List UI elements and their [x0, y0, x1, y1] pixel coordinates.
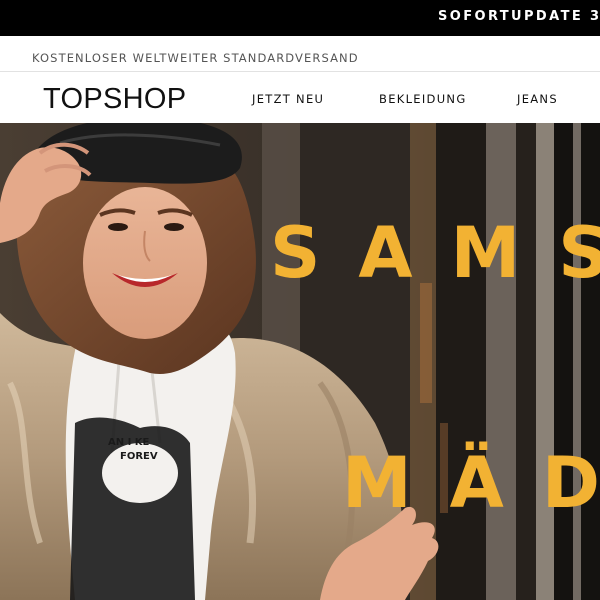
hero-banner[interactable]: AN I KE FOREV SAMS MÄD [0, 123, 600, 600]
hero-image [0, 123, 600, 600]
hero-headline-line-1: SAMS [270, 212, 600, 294]
topshop-logo[interactable]: TOPSHOP [43, 83, 186, 116]
hero-headline-line-2: MÄD [342, 442, 600, 524]
shirt-print-line-1: AN I KE [108, 437, 150, 448]
site-header: TOPSHOP JETZT NEU BEKLEIDUNG JEANS [0, 72, 600, 123]
nav-item-jetzt-neu[interactable]: JETZT NEU [252, 92, 324, 106]
face [83, 187, 207, 339]
announcement-text[interactable]: SOFORTUPDATE 30 [438, 9, 600, 24]
shipping-text: KOSTENLOSER WELTWEITER STANDARDVERSAND [32, 51, 359, 65]
shipping-bar: KOSTENLOSER WELTWEITER STANDARDVERSAND [0, 36, 600, 72]
shirt-print-line-2: FOREV [120, 451, 158, 462]
announcement-bar[interactable]: SOFORTUPDATE 30 [0, 0, 600, 36]
page: SOFORTUPDATE 30 KOSTENLOSER WELTWEITER S… [0, 0, 600, 600]
nav-item-jeans[interactable]: JEANS [517, 92, 558, 106]
shirt-print-text: AN I KE FOREV [108, 436, 158, 464]
nav-item-bekleidung[interactable]: BEKLEIDUNG [379, 92, 467, 106]
